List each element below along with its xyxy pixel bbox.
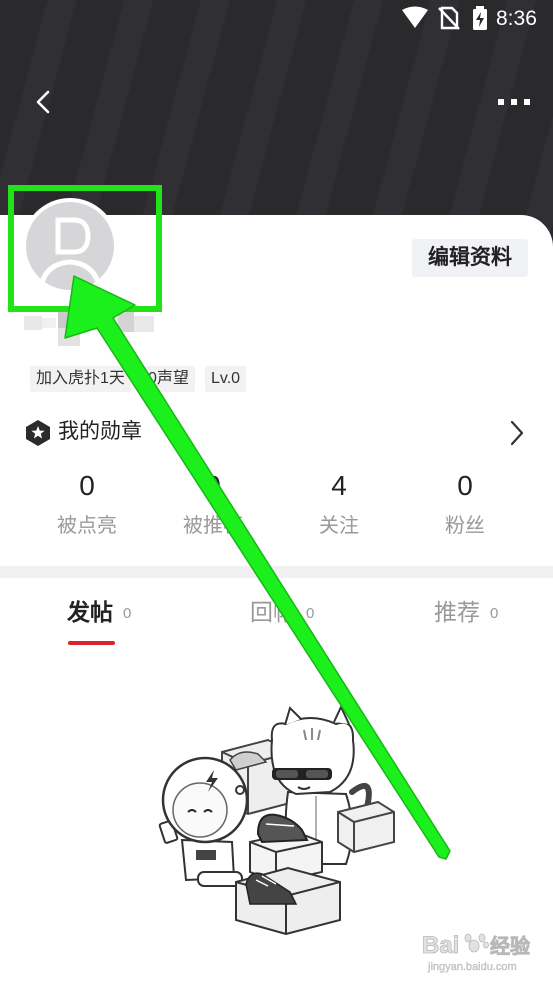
no-sim-icon (438, 6, 460, 30)
edit-profile-button[interactable]: 编辑资料 (412, 239, 528, 277)
watermark-brand-left: Bai (422, 932, 459, 959)
profile-screen: 8:36 编辑资料 加入虎扑1天 0声望 Lv.0 我的勋章 0 被点亮 0 被… (0, 0, 553, 983)
empty-state-illustration (158, 705, 395, 935)
reputation-tag: 0声望 (142, 366, 195, 392)
battery-charging-icon (473, 6, 487, 30)
my-medals-label: 我的勋章 (58, 420, 142, 443)
level-tag: Lv.0 (205, 366, 247, 392)
more-options-button[interactable] (492, 90, 534, 114)
tab-label: 推荐 (434, 599, 480, 625)
join-days-tag: 加入虎扑1天 (30, 366, 131, 392)
section-divider (0, 566, 553, 578)
medal-hexagon-star-icon (26, 420, 50, 446)
stat-liked[interactable]: 0 被点亮 (24, 468, 150, 540)
stat-recommended[interactable]: 0 被推荐 (150, 468, 276, 540)
watermark-brand-right: 经验 (490, 934, 530, 958)
stat-value: 0 (79, 470, 95, 501)
status-time: 8:36 (496, 7, 537, 30)
tab-count: 0 (123, 605, 132, 622)
illustration-right-shoebox (337, 800, 395, 854)
tab-label: 回帖 (250, 599, 296, 625)
tab-label: 发帖 (67, 599, 113, 625)
baidu-paw-icon (464, 933, 489, 953)
stat-value: 0 (205, 470, 221, 501)
tab-recommend[interactable]: 推荐 0 (434, 596, 498, 630)
stat-following[interactable]: 4 关注 (276, 468, 402, 540)
avatar[interactable] (22, 198, 118, 294)
stat-label: 粉丝 (445, 515, 485, 537)
chevron-right-icon (510, 420, 524, 446)
active-tab-indicator (68, 641, 115, 645)
more-dots-icon (498, 99, 530, 105)
stat-followers[interactable]: 0 粉丝 (402, 468, 528, 540)
tab-count: 0 (306, 605, 315, 622)
illustration-astronaut (158, 756, 249, 887)
back-button[interactable] (28, 84, 62, 122)
stat-label: 被推荐 (183, 515, 243, 537)
watermark-url: jingyan.baidu.com (427, 961, 517, 973)
wifi-icon (402, 6, 428, 28)
tab-posts[interactable]: 发帖 0 (67, 596, 131, 630)
my-medals-row[interactable]: 我的勋章 (0, 412, 553, 454)
stat-value: 4 (331, 470, 347, 501)
tab-count: 0 (490, 605, 499, 622)
baidu-jingyan-watermark: Bai 经验 jingyan.baidu.com (422, 932, 531, 974)
tab-replies[interactable]: 回帖 0 (250, 596, 314, 630)
stat-label: 被点亮 (57, 515, 117, 537)
default-avatar-icon (22, 198, 118, 294)
stat-value: 0 (457, 470, 473, 501)
username-blurred (24, 312, 154, 346)
chevron-left-icon (36, 90, 50, 114)
stat-label: 关注 (319, 515, 359, 537)
